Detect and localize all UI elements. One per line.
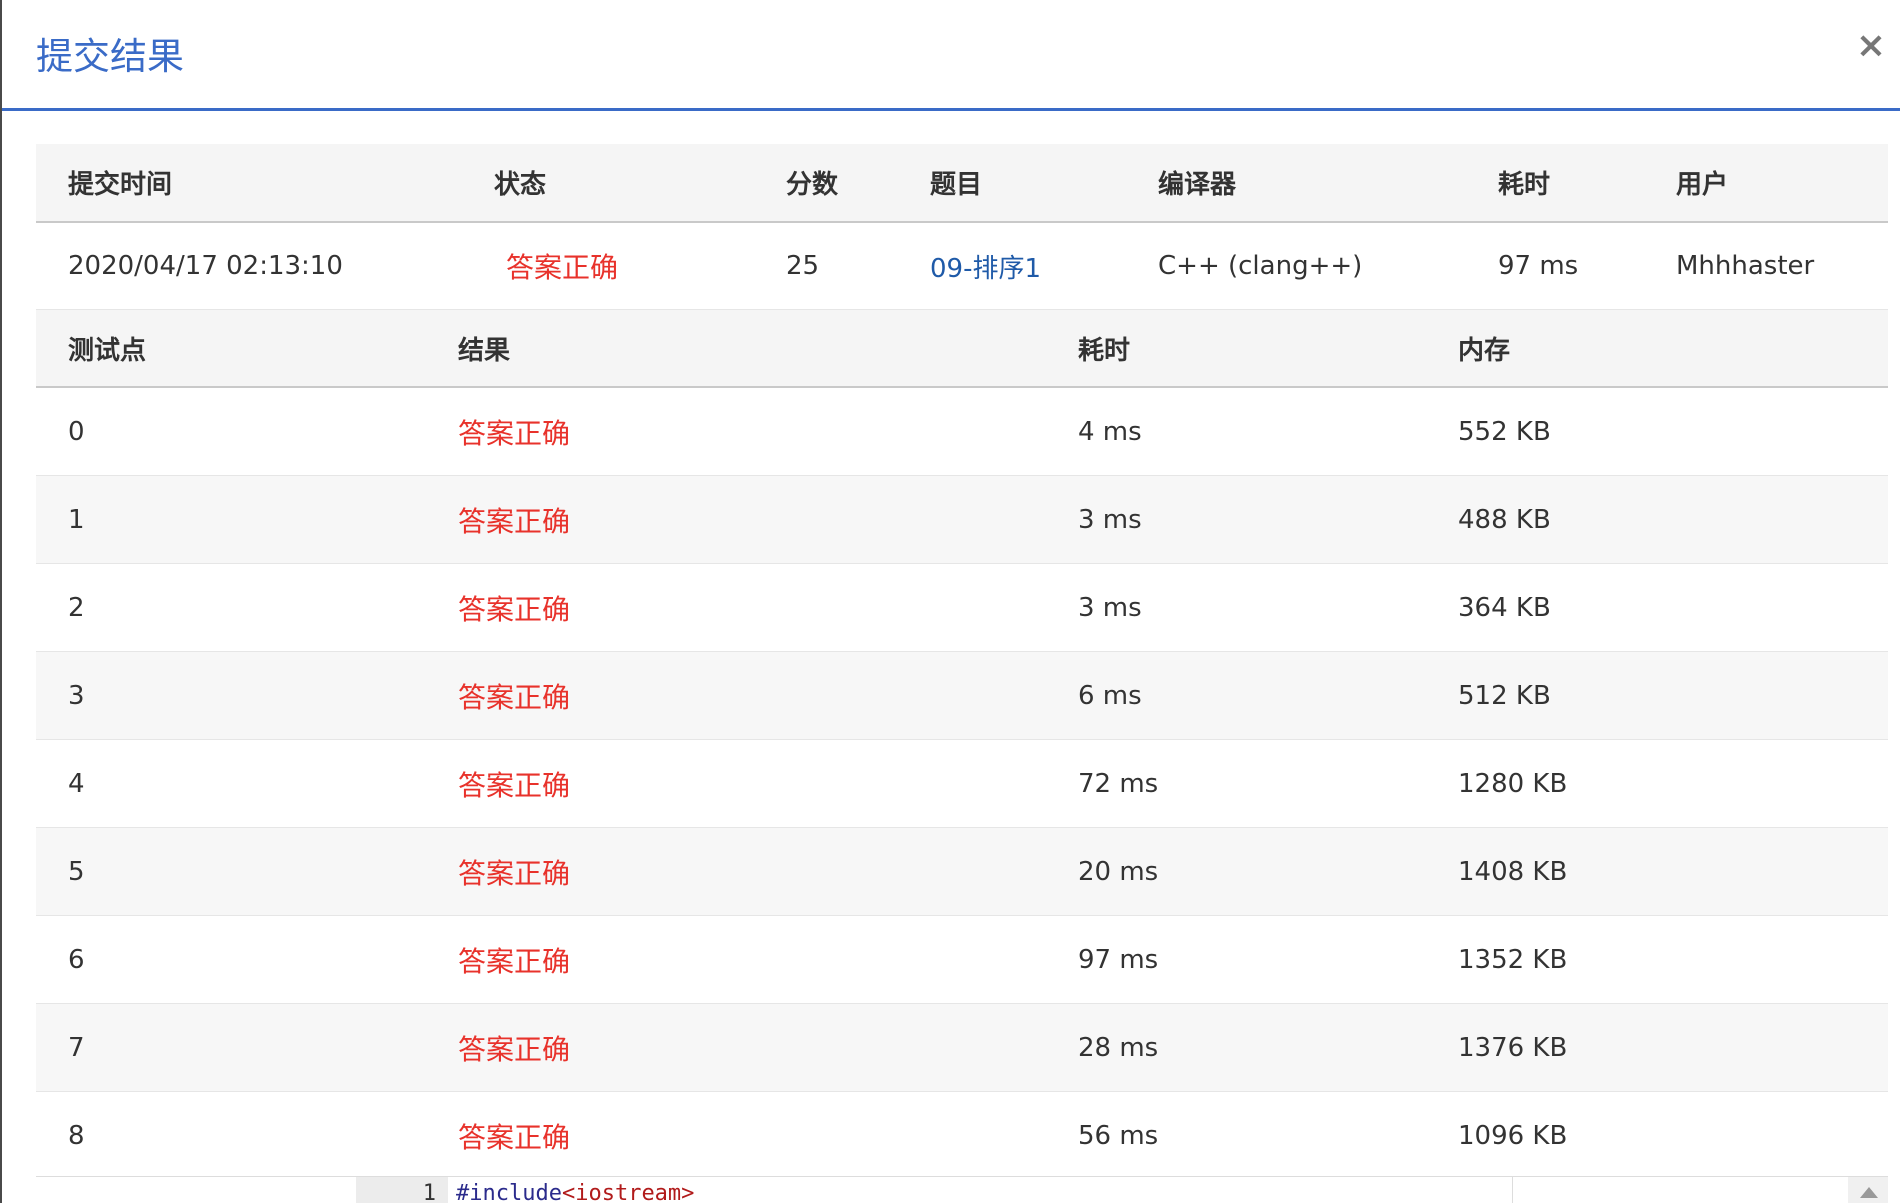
close-icon[interactable]: × xyxy=(1856,28,1886,64)
table-row: 6 答案正确 97 ms 1352 KB xyxy=(36,915,1888,1004)
memory-cell: 364 KB xyxy=(1426,563,1888,652)
result-cell: 答案正确 xyxy=(426,475,1046,564)
score: 25 xyxy=(754,222,898,310)
time-cell: 28 ms xyxy=(1046,1003,1426,1092)
table-row: 8 答案正确 56 ms 1096 KB xyxy=(36,1091,1888,1180)
header-elapsed: 耗时 xyxy=(1466,144,1644,223)
result-cell: 答案正确 xyxy=(426,739,1046,828)
result-text: 答案正确 xyxy=(458,944,571,978)
testcase-header-row: 测试点 结果 耗时 内存 xyxy=(36,310,1888,388)
problem-cell: 09-排序1 xyxy=(898,222,1126,310)
header-compiler: 编译器 xyxy=(1126,144,1466,223)
scrollbar[interactable] xyxy=(1848,1177,1888,1203)
status-text: 答案正确 xyxy=(506,251,619,284)
header-user: 用户 xyxy=(1644,144,1888,223)
memory-cell: 1408 KB xyxy=(1426,827,1888,916)
result-cell: 答案正确 xyxy=(426,915,1046,1004)
code-header: <iostream> xyxy=(561,1181,695,1203)
result-cell: 答案正确 xyxy=(426,563,1046,652)
table-row: 0 答案正确 4 ms 552 KB xyxy=(36,387,1888,476)
result-cell: 答案正确 xyxy=(426,1003,1046,1092)
memory-cell: 488 KB xyxy=(1426,475,1888,564)
summary-header-row: 提交时间 状态 分数 题目 编译器 耗时 用户 xyxy=(36,144,1888,223)
line-number: 1 xyxy=(356,1177,448,1203)
table-row: 7 答案正确 28 ms 1376 KB xyxy=(36,1003,1888,1092)
time-cell: 6 ms xyxy=(1046,651,1426,740)
dialog-title: 提交结果 xyxy=(36,35,184,78)
memory-cell: 1376 KB xyxy=(1426,1003,1888,1092)
time-cell: 72 ms xyxy=(1046,739,1426,828)
result-text: 答案正确 xyxy=(458,680,571,714)
elapsed: 97 ms xyxy=(1466,222,1644,310)
header-score: 分数 xyxy=(754,144,898,223)
header-status: 状态 xyxy=(462,144,754,223)
table-row: 1 答案正确 3 ms 488 KB xyxy=(36,475,1888,564)
code-directive: #include xyxy=(456,1181,562,1203)
testcase-id: 7 xyxy=(36,1003,426,1092)
user: Mhhhaster xyxy=(1644,222,1888,310)
result-text: 答案正确 xyxy=(458,504,571,538)
time-cell: 20 ms xyxy=(1046,827,1426,916)
submission-result-dialog: 提交结果 × 提交时间 状态 分数 题目 编译器 耗时 用户 2020/04/1… xyxy=(2,0,1900,1203)
testcase-id: 5 xyxy=(36,827,426,916)
testcase-id: 3 xyxy=(36,651,426,740)
dialog-body: 提交时间 状态 分数 题目 编译器 耗时 用户 2020/04/17 02:13… xyxy=(36,144,1888,1180)
result-text: 答案正确 xyxy=(458,768,571,802)
time-cell: 97 ms xyxy=(1046,915,1426,1004)
time-cell: 4 ms xyxy=(1046,387,1426,476)
table-row: 2 答案正确 3 ms 364 KB xyxy=(36,563,1888,652)
testcase-id: 1 xyxy=(36,475,426,564)
memory-cell: 1352 KB xyxy=(1426,915,1888,1004)
summary-table: 提交时间 状态 分数 题目 编译器 耗时 用户 2020/04/17 02:13… xyxy=(36,144,1888,310)
header-time: 耗时 xyxy=(1046,310,1426,388)
result-text: 答案正确 xyxy=(458,416,571,450)
table-row: 5 答案正确 20 ms 1408 KB xyxy=(36,827,1888,916)
time-cell: 56 ms xyxy=(1046,1091,1426,1180)
testcase-table: 测试点 结果 耗时 内存 0 答案正确 4 ms 552 KB 1 答案正确 3… xyxy=(36,310,1888,1180)
table-row: 3 答案正确 6 ms 512 KB xyxy=(36,651,1888,740)
editor-margin-divider xyxy=(1512,1177,1513,1203)
header-memory: 内存 xyxy=(1426,310,1888,388)
code-line: #include<iostream> xyxy=(456,1177,694,1203)
submit-time: 2020/04/17 02:13:10 xyxy=(36,222,462,310)
problem-link[interactable]: 09-排序1 xyxy=(930,254,1041,284)
testcase-id: 8 xyxy=(36,1091,426,1180)
result-cell: 答案正确 xyxy=(426,1091,1046,1180)
summary-row: 2020/04/17 02:13:10 答案正确 25 09-排序1 C++ (… xyxy=(36,222,1888,310)
memory-cell: 1280 KB xyxy=(1426,739,1888,828)
dialog-header: 提交结果 × xyxy=(2,0,1900,111)
header-testcase: 测试点 xyxy=(36,310,426,388)
result-text: 答案正确 xyxy=(458,592,571,626)
memory-cell: 552 KB xyxy=(1426,387,1888,476)
time-cell: 3 ms xyxy=(1046,475,1426,564)
memory-cell: 1096 KB xyxy=(1426,1091,1888,1180)
compiler: C++ (clang++) xyxy=(1126,222,1466,310)
result-text: 答案正确 xyxy=(458,1032,571,1066)
result-cell: 答案正确 xyxy=(426,387,1046,476)
header-submit-time: 提交时间 xyxy=(36,144,462,223)
table-row: 4 答案正确 72 ms 1280 KB xyxy=(36,739,1888,828)
scroll-up-arrow-icon[interactable] xyxy=(1860,1187,1878,1198)
status-badge: 答案正确 xyxy=(462,222,754,310)
result-text: 答案正确 xyxy=(458,856,571,890)
result-cell: 答案正确 xyxy=(426,651,1046,740)
memory-cell: 512 KB xyxy=(1426,651,1888,740)
result-text: 答案正确 xyxy=(458,1120,571,1154)
header-problem: 题目 xyxy=(898,144,1126,223)
header-result: 结果 xyxy=(426,310,1046,388)
code-viewer[interactable]: 1 #include<iostream> xyxy=(36,1176,1888,1203)
testcase-id: 4 xyxy=(36,739,426,828)
testcase-id: 0 xyxy=(36,387,426,476)
time-cell: 3 ms xyxy=(1046,563,1426,652)
result-cell: 答案正确 xyxy=(426,827,1046,916)
testcase-id: 2 xyxy=(36,563,426,652)
testcase-id: 6 xyxy=(36,915,426,1004)
